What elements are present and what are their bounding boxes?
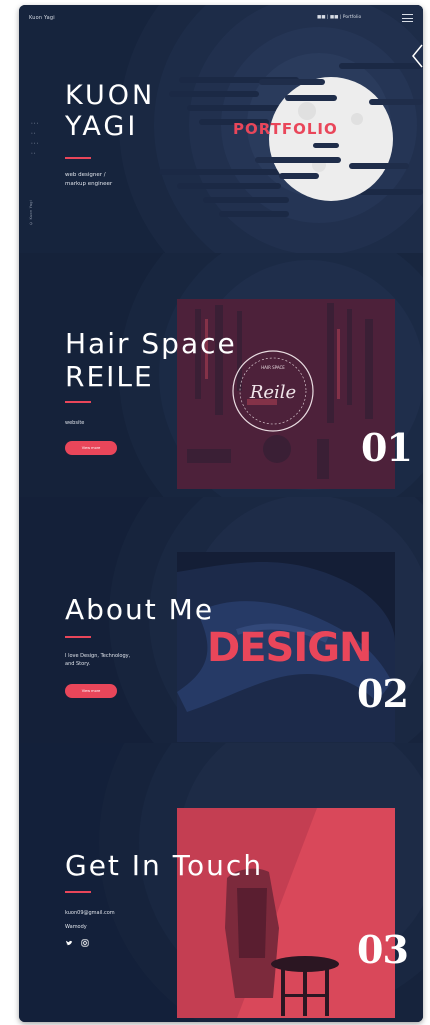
work-section-hair-space: Reile HAIR SPACE Hair Space REILE websit… bbox=[19, 253, 423, 497]
sidebar-links: • • • • • • • • • • bbox=[31, 118, 38, 158]
contact-email[interactable]: kuon09@gmail.com bbox=[65, 909, 115, 917]
hero-subtitle: web designer / markup engineer bbox=[65, 171, 112, 189]
hair-space-title: Hair Space REILE bbox=[65, 327, 237, 393]
vertical-copyright: © Kuon Yagi bbox=[29, 200, 33, 226]
sidebar-link[interactable]: • • • bbox=[31, 118, 38, 128]
about-me-view-more-button[interactable]: View more bbox=[65, 684, 117, 698]
get-in-touch-section: Get In Touch kuon09@gmail.com Wamody 03 bbox=[19, 743, 423, 1022]
get-in-touch-title: Get In Touch bbox=[65, 849, 264, 882]
accent-line bbox=[65, 636, 91, 638]
hero-title: KUON YAGI bbox=[65, 80, 155, 142]
hair-space-view-more-button[interactable]: View more bbox=[65, 441, 117, 455]
work-number-03: 03 bbox=[357, 927, 409, 972]
site-name[interactable]: Kuon Yagi bbox=[29, 15, 55, 21]
sidebar-link[interactable]: • • • bbox=[31, 138, 38, 148]
contact-handle[interactable]: Wamody bbox=[65, 923, 87, 931]
portfolio-word: PORTFOLIO bbox=[233, 120, 338, 138]
reile-logo-ring-text: HAIR SPACE bbox=[261, 365, 285, 370]
about-me-description-line1: I love Design, Technology, bbox=[65, 653, 131, 659]
hero-subtitle-line1: web designer / bbox=[65, 172, 106, 178]
about-me-description: I love Design, Technology, and Story. bbox=[65, 652, 130, 668]
hair-space-title-line1: Hair Space bbox=[65, 327, 237, 360]
accent-line bbox=[65, 401, 91, 403]
get-in-touch-image[interactable] bbox=[177, 808, 395, 1018]
page-frame: Kuon Yagi ■■ | ■■ | Portfolio • • • • • … bbox=[19, 5, 423, 1022]
about-me-description-line2: and Story. bbox=[65, 661, 91, 667]
about-me-title: About Me bbox=[65, 593, 215, 626]
twitter-icon[interactable] bbox=[65, 939, 73, 947]
accent-line bbox=[65, 891, 91, 893]
hair-space-title-line2: REILE bbox=[65, 360, 154, 393]
hero-title-line2: YAGI bbox=[65, 111, 139, 142]
reile-logo-text: Reile bbox=[249, 382, 296, 403]
hero-section: Kuon Yagi ■■ | ■■ | Portfolio • • • • • … bbox=[19, 5, 423, 253]
arrow-left-icon[interactable] bbox=[411, 43, 423, 69]
design-word: DESIGN bbox=[207, 625, 373, 671]
accent-line bbox=[65, 157, 91, 159]
sidebar-link[interactable]: • • bbox=[31, 148, 38, 158]
hair-space-subtitle: website bbox=[65, 420, 85, 426]
hero-subtitle-line2: markup engineer bbox=[65, 181, 113, 187]
about-me-section: DESIGN About Me I love Design, Technolog… bbox=[19, 497, 423, 743]
instagram-icon[interactable] bbox=[81, 939, 89, 947]
work-number-02: 02 bbox=[357, 671, 409, 716]
top-nav[interactable]: ■■ | ■■ | Portfolio bbox=[317, 15, 361, 20]
sidebar-link[interactable]: • • bbox=[31, 128, 38, 138]
hero-title-line1: KUON bbox=[65, 80, 156, 111]
hamburger-menu-icon[interactable] bbox=[402, 14, 413, 22]
work-number-01: 01 bbox=[361, 425, 413, 470]
